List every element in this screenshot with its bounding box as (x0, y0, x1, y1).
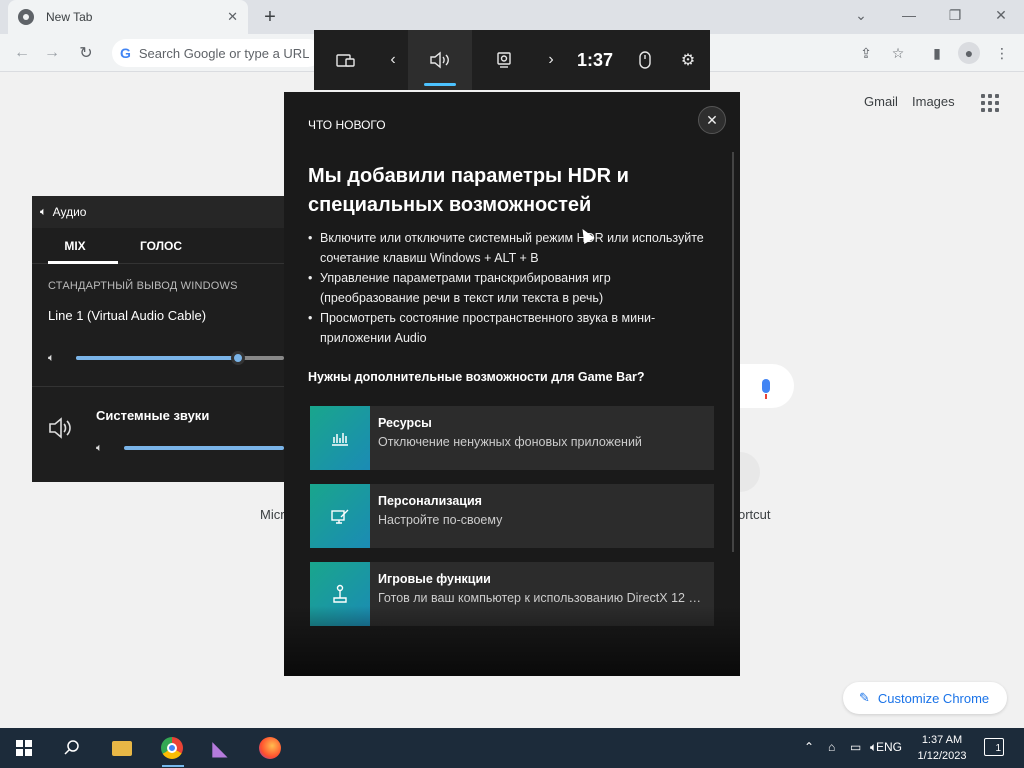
windows-taskbar: ◣ ⌃ ⌂ ▭ 🔈︎ ENG 1:37 AM 1/12/2023 1 (0, 728, 1024, 768)
language-indicator[interactable]: ENG (876, 740, 902, 754)
restore-button[interactable]: ❐ (932, 0, 978, 30)
clock-time: 1:37 AM (921, 734, 963, 746)
card-title: Персонализация (378, 494, 482, 508)
whats-new-title: Мы добавили параметры HDR и специальных … (308, 165, 629, 216)
widget-menu-icon[interactable] (314, 30, 378, 90)
ime-icon[interactable]: ⌂ (828, 740, 835, 754)
back-arrow-icon[interactable]: ← (10, 41, 34, 65)
audio-divider (32, 386, 284, 387)
reload-icon[interactable]: ↻ (74, 41, 98, 65)
start-button[interactable] (8, 732, 40, 764)
speaker-icon: 🔈︎ (40, 205, 47, 218)
system-volume-icon: 🔈︎ (96, 441, 103, 454)
visual-studio-icon[interactable]: ◣ (204, 732, 236, 764)
side-panel-icon[interactable]: ▮ (926, 42, 948, 64)
feature-list: Включите или отключите системный режим H… (308, 228, 708, 348)
close-window-button[interactable]: ✕ (978, 0, 1024, 30)
firefox-icon[interactable] (254, 732, 286, 764)
whats-new-panel: ✕ ЧТО НОВОГО Мы добавили параметры HDR и… (284, 92, 740, 676)
network-icon[interactable]: ▭ (850, 740, 861, 754)
card-resources[interactable]: Ресурсы Отключение ненужных фоновых прил… (310, 406, 714, 470)
output-device-name[interactable]: Line 1 (Virtual Audio Cable) (32, 308, 284, 323)
images-link[interactable]: Images (912, 94, 955, 109)
list-item: Управление параметрами транскрибирования… (308, 268, 708, 308)
notification-center-icon[interactable]: 1 (984, 738, 1004, 756)
windows-logo-icon (16, 740, 32, 756)
mouse-icon[interactable] (624, 30, 666, 90)
file-explorer-icon[interactable] (106, 732, 138, 764)
shortcut-label-add[interactable]: ortcut (738, 507, 771, 522)
audio-widget: 🔈︎ Аудио MIX ГОЛОС СТАНДАРТНЫЙ ВЫВОД WIN… (32, 196, 284, 482)
card-subtitle: Готов ли ваш компьютер к использованию D… (378, 591, 706, 605)
shortcut-label-microsoft[interactable]: Micr (260, 507, 285, 522)
device-volume-fill (76, 356, 239, 360)
forward-arrow-icon[interactable]: → (40, 41, 64, 65)
tab-close-icon[interactable]: ✕ (227, 9, 238, 25)
prev-chevron-icon[interactable]: ‹ (378, 30, 408, 90)
card-subtitle: Отключение ненужных фоновых приложений (378, 435, 642, 449)
device-volume-slider[interactable]: 🔈︎ (48, 348, 284, 368)
tab-search-button[interactable]: ⌄ (838, 0, 884, 30)
customize-chrome-button[interactable]: ✎ Customize Chrome (843, 682, 1007, 714)
bottom-fade (284, 606, 740, 676)
chrome-icon (18, 9, 34, 25)
audio-tabs: MIX ГОЛОС (32, 228, 284, 264)
customize-chrome-label: Customize Chrome (877, 690, 990, 706)
search-icon[interactable] (56, 732, 88, 764)
personalize-icon (310, 484, 370, 548)
system-volume-slider[interactable]: 🔈︎ (96, 438, 284, 458)
new-tab-button[interactable]: + (258, 6, 282, 28)
voice-search-button[interactable] (738, 364, 794, 408)
microphone-icon (762, 379, 770, 399)
next-chevron-icon[interactable]: › (536, 30, 566, 90)
card-title: Игровые функции (378, 572, 491, 586)
add-shortcut-tile[interactable] (740, 452, 760, 492)
gmail-link[interactable]: Gmail (864, 94, 898, 109)
apps-grid-icon[interactable] (981, 94, 999, 112)
whats-new-label: ЧТО НОВОГО (308, 118, 386, 132)
chrome-taskbar-icon[interactable] (156, 732, 188, 764)
active-app-indicator (162, 765, 184, 767)
clock-date: 1/12/2023 (917, 750, 967, 762)
tab-new-tab[interactable]: New Tab ✕ (8, 0, 248, 34)
system-sounds-speaker-icon (48, 416, 74, 447)
audio-widget-title: Аудио (52, 205, 87, 219)
google-icon: G (120, 45, 131, 61)
card-personalization[interactable]: Персонализация Настройте по-своему (310, 484, 714, 548)
share-icon[interactable]: ⇪ (855, 42, 877, 64)
gamebar-clock: 1:37 (576, 49, 614, 70)
card-subtitle: Настройте по-своему (378, 513, 503, 527)
default-output-label: СТАНДАРТНЫЙ ВЫВОД WINDOWS (48, 280, 238, 292)
volume-icon: 🔈︎ (48, 351, 55, 364)
audio-widget-icon[interactable] (408, 30, 472, 90)
chrome-menu-icon[interactable]: ⋮ (991, 42, 1013, 64)
profile-avatar[interactable]: ● (958, 42, 980, 64)
card-title: Ресурсы (378, 416, 432, 430)
tab-voice[interactable]: ГОЛОС (118, 228, 204, 263)
system-volume-fill (124, 446, 284, 450)
system-sounds-label: Системные звуки (96, 408, 210, 423)
close-icon[interactable]: ✕ (698, 106, 726, 134)
chrome-tabstrip: New Tab ✕ + ⌄ — ❐ ✕ (0, 0, 1024, 34)
tab-mix[interactable]: MIX (32, 228, 118, 264)
pencil-icon: ✎ (859, 690, 870, 705)
taskbar-clock[interactable]: 1:37 AM 1/12/2023 (910, 732, 974, 764)
xbox-game-bar: ‹ › 1:37 ⚙ (314, 30, 710, 90)
tray-chevron-up-icon[interactable]: ⌃ (804, 740, 814, 754)
bookmark-star-icon[interactable]: ☆ (887, 42, 909, 64)
list-item: Включите или отключите системный режим H… (308, 228, 708, 268)
chart-icon (310, 406, 370, 470)
omnibox[interactable]: G Search Google or type a URL (112, 39, 322, 67)
scrollbar[interactable] (732, 152, 734, 552)
more-features-question: Нужны дополнительные возможности для Gam… (308, 370, 645, 384)
list-item: Просмотреть состояние пространственного … (308, 308, 708, 348)
minimize-button[interactable]: — (886, 0, 932, 30)
tab-title: New Tab (46, 10, 93, 24)
omnibox-placeholder: Search Google or type a URL (138, 45, 310, 61)
gear-icon[interactable]: ⚙ (666, 30, 710, 90)
audio-widget-header[interactable]: 🔈︎ Аудио (32, 196, 284, 228)
device-volume-thumb[interactable] (231, 351, 246, 365)
capture-widget-icon[interactable] (472, 30, 536, 90)
